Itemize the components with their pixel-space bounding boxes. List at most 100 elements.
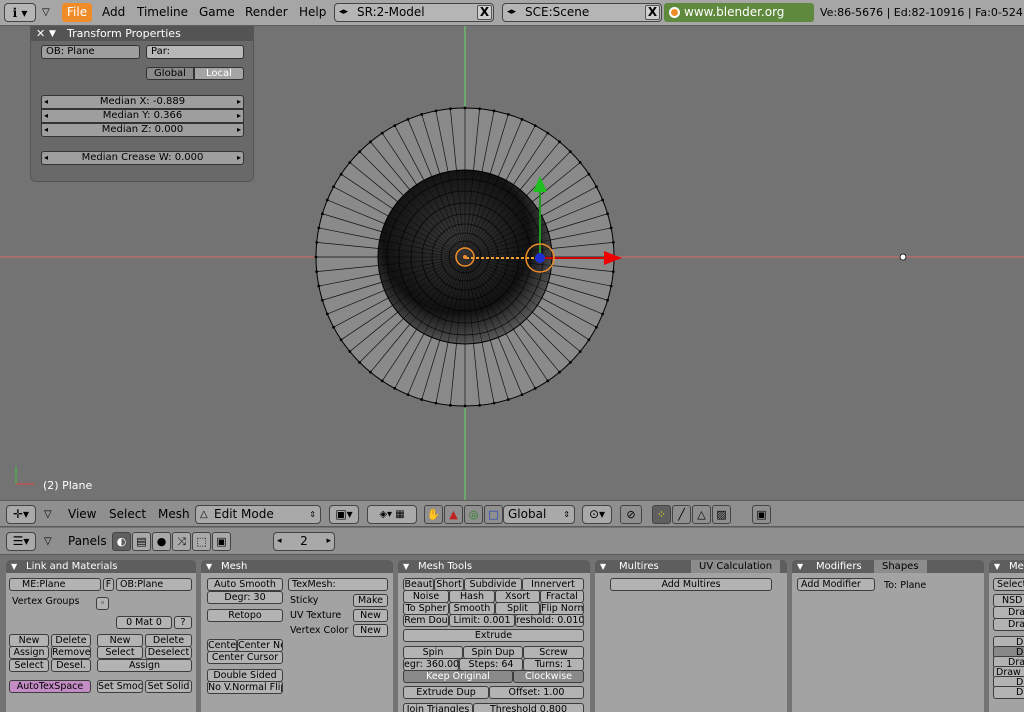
global-toggle[interactable]: Global — [146, 67, 194, 80]
vertex-group-menu-icon[interactable]: ◦ — [96, 597, 109, 610]
median-y-field[interactable]: Median Y: 0.366 — [41, 109, 244, 123]
texmesh-field[interactable]: TexMesh: — [288, 578, 388, 591]
material-help-button[interactable]: ? — [174, 616, 192, 629]
vgroup-remove-button[interactable]: Remove — [51, 646, 91, 659]
menu-view[interactable]: View — [68, 505, 96, 524]
menu-game[interactable]: Game — [194, 3, 240, 22]
scene-selector[interactable]: ◂▸ SCE:Scene X — [502, 3, 662, 22]
clockwise-toggle[interactable]: Clockwise — [513, 670, 584, 683]
median-crease-field[interactable]: Median Crease W: 0.000 — [41, 151, 244, 165]
render-preview-icon[interactable]: ▣ — [752, 505, 771, 524]
collapse-menu-icon[interactable]: ▽ — [44, 505, 52, 524]
menu-file[interactable]: File — [62, 3, 93, 22]
proportional-edit-selector[interactable]: ⊙▾ — [582, 505, 612, 524]
translate-manipulator-icon[interactable]: ▲ — [444, 505, 463, 524]
menu-mesh[interactable]: Mesh — [158, 505, 190, 524]
threshold-field[interactable]: reshold: 0.010 — [515, 614, 584, 627]
vgroup-select-button[interactable]: Select — [9, 659, 49, 672]
parent-field[interactable]: Par: — [146, 45, 244, 59]
retopo-toggle[interactable]: Retopo — [207, 609, 283, 622]
median-x-field[interactable]: Median X: -0.889 — [41, 95, 244, 109]
menu-render[interactable]: Render — [240, 3, 293, 22]
manipulator-center-icon[interactable] — [535, 253, 545, 263]
editor-type-icon[interactable]: ✛▾ — [6, 505, 36, 524]
auto-texspace-toggle[interactable]: AutoTexSpace — [9, 680, 91, 693]
script-context-icon[interactable]: ▤ — [132, 532, 151, 551]
decrement-arrow-icon[interactable]: ◂ — [277, 533, 282, 550]
collapse-arrow-icon[interactable]: ▼ — [49, 27, 56, 41]
vertex-color-new-button[interactable]: New — [353, 624, 388, 637]
tab-multires[interactable]: Multires — [611, 560, 667, 573]
material-deselect-button[interactable]: Deselect — [145, 646, 192, 659]
draw-toggle-8[interactable]: Dra — [993, 686, 1024, 699]
link-materials-header[interactable]: Link and Materials — [6, 560, 196, 573]
frame-number-field[interactable]: ◂ 2 ▸ — [273, 532, 335, 551]
extrude-button[interactable]: Extrude — [403, 629, 584, 642]
tab-uv-calculation[interactable]: UV Calculation — [691, 560, 781, 573]
increment-arrow-icon[interactable]: ▸ — [326, 533, 331, 550]
fake-user-button[interactable]: F — [103, 578, 114, 591]
mode-selector[interactable]: △ Edit Mode ⇕ — [195, 505, 321, 524]
menu-timeline[interactable]: Timeline — [132, 3, 193, 22]
center-cursor-button[interactable]: Center Cursor — [207, 651, 283, 664]
transform-panel-header[interactable]: ✕ ▼ Transform Properties — [31, 27, 253, 41]
3d-viewport[interactable]: ✕ ▼ Transform Properties OB: Plane Par: … — [0, 26, 1024, 500]
vgroup-deselect-button[interactable]: Desel. — [51, 659, 91, 672]
transform-properties-panel[interactable]: ✕ ▼ Transform Properties OB: Plane Par: … — [30, 26, 254, 182]
object-context-icon[interactable]: ⤨ — [172, 532, 191, 551]
close-icon[interactable]: ✕ — [36, 27, 45, 41]
vertex-select-icon[interactable]: ⁘ — [652, 505, 671, 524]
close-screen-button[interactable]: X — [477, 5, 492, 20]
collapse-menu-icon[interactable]: ▽ — [42, 3, 50, 22]
local-toggle[interactable]: Local — [194, 67, 244, 80]
no-vnormal-flip-toggle[interactable]: No V.Normal Flip — [207, 681, 283, 694]
add-modifier-menu[interactable]: Add Modifier — [797, 578, 875, 591]
offset-field[interactable]: Offset: 1.00 — [489, 686, 584, 699]
material-index-field[interactable]: 0 Mat 0 — [116, 616, 172, 629]
tab-modifiers[interactable]: Modifiers — [808, 560, 870, 573]
keep-original-toggle[interactable]: Keep Original — [403, 670, 513, 683]
orientation-selector[interactable]: Global ⇕ — [503, 505, 575, 524]
screen-selector[interactable]: ◂▸ SR:2-Model X — [334, 3, 494, 22]
set-solid-button[interactable]: Set Solid — [145, 680, 192, 693]
uv-texture-new-button[interactable]: New — [353, 609, 388, 622]
pivot-selector[interactable]: ◈▾ ▦ — [367, 505, 417, 524]
collapse-menu-icon[interactable]: ▽ — [44, 532, 52, 551]
material-assign-button[interactable]: Assign — [97, 659, 192, 672]
mesh-header[interactable]: Mesh — [201, 560, 393, 573]
mesh-tools-header[interactable]: Mesh Tools — [398, 560, 590, 573]
mesh-name-field[interactable]: ME:Plane — [9, 578, 101, 591]
occlude-geometry-icon[interactable]: ▨ — [712, 505, 731, 524]
extrude-dup-button[interactable]: Extrude Dup — [403, 686, 489, 699]
hand-manipulator-icon[interactable]: ✋ — [424, 505, 443, 524]
menu-panels[interactable]: Panels — [68, 532, 107, 551]
logic-context-icon[interactable]: ◐ — [112, 532, 131, 551]
object-name-field[interactable]: OB: Plane — [41, 45, 140, 59]
tab-shapes[interactable]: Shapes — [874, 560, 927, 573]
sticky-make-button[interactable]: Make — [353, 594, 388, 607]
edge-select-icon[interactable]: ╱ — [672, 505, 691, 524]
rotate-manipulator-icon[interactable]: ◎ — [464, 505, 483, 524]
menu-select[interactable]: Select — [109, 505, 146, 524]
add-multires-button[interactable]: Add Multires — [610, 578, 772, 591]
screen-name[interactable]: SR:2-Model — [357, 5, 425, 19]
draw-type-selector[interactable]: ▣▾ — [329, 505, 359, 524]
scene-context-icon[interactable]: ▣ — [212, 532, 231, 551]
scale-manipulator-icon[interactable]: □ — [484, 505, 503, 524]
join-triangles-button[interactable]: Join Triangles — [403, 703, 473, 712]
3d-cursor-icon[interactable] — [899, 253, 907, 261]
select-group-button[interactable]: Select — [993, 578, 1024, 591]
mesh-extra-header[interactable]: Mes — [989, 560, 1024, 573]
material-select-button[interactable]: Select — [97, 646, 143, 659]
draw-toggle-2[interactable]: Draw — [993, 618, 1024, 631]
shading-context-icon[interactable]: ● — [152, 532, 171, 551]
snap-icon[interactable]: ⊘ — [620, 505, 642, 524]
limit-field[interactable]: Limit: 0.001 — [449, 614, 515, 627]
remove-doubles-button[interactable]: Rem Dou — [403, 614, 449, 627]
auto-smooth-toggle[interactable]: Auto Smooth — [207, 578, 283, 591]
close-scene-button[interactable]: X — [645, 5, 660, 20]
object-name-field[interactable]: OB:Plane — [116, 578, 192, 591]
join-threshold-field[interactable]: Threshold 0.800 — [473, 703, 584, 712]
editing-context-icon[interactable]: ⬚ — [192, 532, 211, 551]
set-smooth-button[interactable]: Set Smoo — [97, 680, 143, 693]
